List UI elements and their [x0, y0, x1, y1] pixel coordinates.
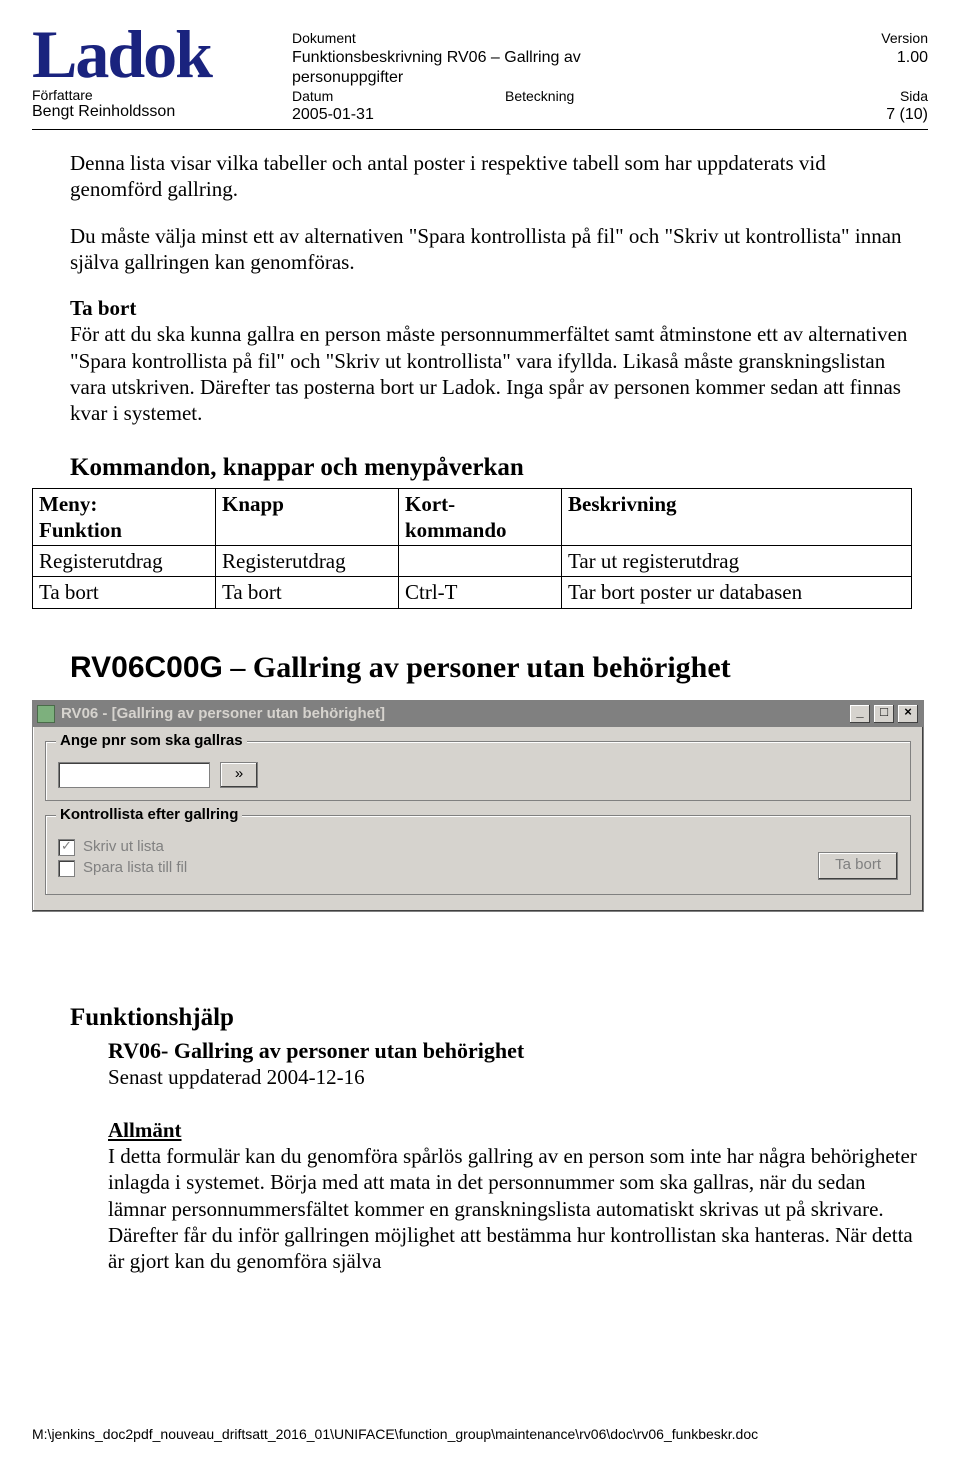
cell: Tar bort poster ur databasen [562, 577, 912, 608]
group-pnr-title: Ange pnr som ska gallras [56, 732, 247, 751]
version-value: 1.00 [838, 48, 928, 88]
group-kontrollista-title: Kontrollista efter gallring [56, 806, 242, 825]
group-pnr: Ange pnr som ska gallras » [45, 741, 911, 801]
ta-bort-paragraph: Ta bort För att du ska kunna gallra en p… [70, 295, 920, 426]
ta-bort-heading: Ta bort [70, 296, 136, 320]
doc-value: Funktionsbeskrivning RV06 – Gallring av … [292, 48, 592, 88]
help-updated: Senast uppdaterad 2004-12-16 [108, 1064, 920, 1090]
footer-path: M:\jenkins_doc2pdf_nouveau_driftsatt_201… [32, 1426, 758, 1442]
checkbox-spara-fil-label: Spara lista till fil [83, 859, 187, 878]
version-label: Version [838, 30, 928, 48]
cell: Ta bort [33, 577, 216, 608]
th-kort: Kort-kommando [399, 488, 562, 546]
th-knapp: Knapp [216, 488, 399, 546]
ta-bort-button[interactable]: Ta bort [818, 852, 898, 880]
table-row: Registerutdrag Registerutdrag Tar ut reg… [33, 546, 912, 577]
cell: Registerutdrag [216, 546, 399, 577]
section2-heading: RV06C00G – Gallring av personer utan beh… [32, 649, 920, 687]
sign-label: Beteckning [505, 88, 805, 106]
commands-table: Meny:Funktion Knapp Kort-kommando Beskri… [32, 488, 912, 609]
allmant-heading: Allmänt [108, 1117, 920, 1143]
maximize-button[interactable]: □ [873, 704, 895, 724]
th-meny: Meny:Funktion [33, 488, 216, 546]
paragraph-2: Du måste välja minst ett av alternativen… [70, 223, 920, 276]
app-icon [37, 705, 55, 723]
section2-code: RV06C00G [70, 651, 223, 684]
help-heading: Funktionshjälp [32, 1002, 920, 1033]
cell [399, 546, 562, 577]
cell: Ctrl-T [399, 577, 562, 608]
pnr-input[interactable] [58, 762, 210, 788]
help-subheading: RV06- Gallring av personer utan behörigh… [108, 1037, 920, 1065]
logo: Ladok [32, 24, 292, 85]
checkbox-skriv-ut[interactable]: ✓ [58, 839, 75, 856]
cell: Tar ut registerutdrag [562, 546, 912, 577]
page-header: Ladok Författare Bengt Reinholdsson Doku… [32, 24, 928, 130]
commands-heading: Kommandon, knappar och menypåverkan [32, 452, 920, 483]
author-value: Bengt Reinholdsson [32, 103, 292, 121]
date-label: Datum [292, 88, 472, 106]
cell: Ta bort [216, 577, 399, 608]
doc-label: Dokument [292, 30, 592, 48]
pnr-lookup-button[interactable]: » [220, 762, 258, 788]
checkbox-spara-fil[interactable] [58, 860, 75, 877]
group-kontrollista: Kontrollista efter gallring ✓ Skriv ut l… [45, 815, 911, 895]
table-row: Ta bort Ta bort Ctrl-T Tar bort poster u… [33, 577, 912, 608]
paragraph-1: Denna lista visar vilka tabeller och ant… [70, 150, 920, 203]
cell: Registerutdrag [33, 546, 216, 577]
page-value: 7 (10) [838, 105, 928, 125]
allmant-text: I detta formulär kan du genomföra spårlö… [108, 1143, 920, 1274]
window-title: RV06 - [Gallring av personer utan behöri… [61, 705, 385, 724]
close-button[interactable]: × [897, 704, 919, 724]
checkbox-skriv-ut-label: Skriv ut lista [83, 838, 164, 857]
title-bar: RV06 - [Gallring av personer utan behöri… [33, 701, 923, 727]
section2-title: – Gallring av personer utan behörighet [223, 651, 731, 684]
ta-bort-text: För att du ska kunna gallra en person må… [70, 322, 907, 425]
minimize-button[interactable]: _ [849, 704, 871, 724]
app-window: RV06 - [Gallring av personer utan behöri… [32, 700, 924, 912]
th-beskr: Beskrivning [562, 488, 912, 546]
page-label: Sida [838, 88, 928, 106]
date-value: 2005-01-31 [292, 105, 472, 125]
